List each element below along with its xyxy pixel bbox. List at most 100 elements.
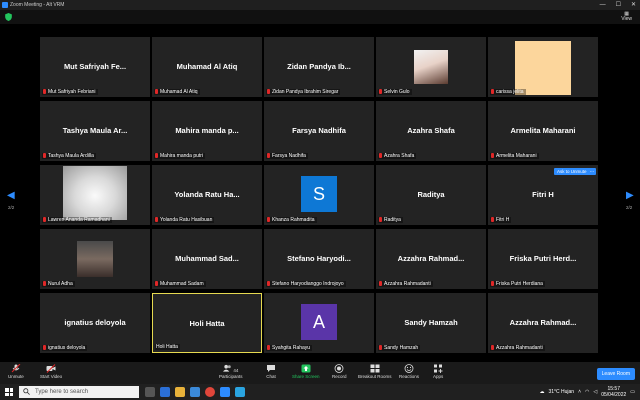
- participant-photo: [515, 41, 571, 95]
- breakout-rooms-label: Breakout Rooms: [358, 374, 392, 379]
- participant-tile[interactable]: Zidan Pandya Ib... Zidan Pandya Ibrahim …: [264, 37, 374, 97]
- participant-tile[interactable]: Friska Putri Herd... Friska Putri Herdia…: [488, 229, 598, 289]
- participant-tile[interactable]: Azzahra Rahmad... Azzahra Rahmadanti: [376, 229, 486, 289]
- participant-label: Sandy Hamzah: [378, 345, 421, 351]
- participant-label-text: Farsya Nadhifa: [272, 153, 306, 159]
- participant-tile[interactable]: Armelita Maharani Armelita Maharani: [488, 101, 598, 161]
- chevron-up-icon[interactable]: ˄: [578, 389, 581, 395]
- participant-label-text: Raditya: [384, 217, 401, 223]
- clock[interactable]: 15:57 05/04/2022: [601, 386, 626, 398]
- participant-label-text: Armelita Maharani: [496, 153, 537, 159]
- participant-label: Muhammad Sadam: [154, 281, 206, 287]
- unmute-button[interactable]: Unmute: [8, 364, 24, 379]
- participant-tile[interactable]: A Syahgita Rahayu: [264, 293, 374, 353]
- store-icon[interactable]: [190, 387, 200, 397]
- taskbar-apps: [145, 387, 245, 397]
- next-page-arrow-icon[interactable]: ▶: [626, 190, 634, 201]
- participant-tile[interactable]: Raditya Raditya: [376, 165, 486, 225]
- participant-tile[interactable]: Sandy Hamzah Sandy Hamzah: [376, 293, 486, 353]
- participant-label-text: Muhammad Sadam: [160, 281, 204, 287]
- participant-label-text: Fitri H: [496, 217, 510, 223]
- prev-page-arrow-icon[interactable]: ◀: [7, 190, 15, 201]
- participants-count: 44: [233, 368, 239, 373]
- participant-tile[interactable]: ignatius deloyola ignatius deloyola: [40, 293, 150, 353]
- participant-tile[interactable]: Lawren Ananda Ramadhani: [40, 165, 150, 225]
- task-view-icon[interactable]: [145, 387, 155, 397]
- participant-tile[interactable]: Stefano Haryodi... Stefano Haryodianggo …: [264, 229, 374, 289]
- windows-start-icon[interactable]: [5, 388, 13, 396]
- participant-name: Mut Safriyah Fe...: [63, 62, 127, 71]
- participant-label: Mut Safriyah Febriani: [42, 89, 98, 95]
- mic-muted-icon: [155, 281, 158, 286]
- edge-icon[interactable]: [160, 387, 170, 397]
- mic-muted-icon: [491, 345, 494, 350]
- apps-icon: [434, 364, 443, 373]
- participant-tile[interactable]: Yolanda Ratu Ha... Yolanda Ratu Hasibuan: [152, 165, 262, 225]
- weather-icon: ☁: [539, 389, 545, 395]
- participant-label: Azzahra Rahmadanti: [378, 281, 433, 287]
- participant-tile[interactable]: S Khanza Rahmadita: [264, 165, 374, 225]
- participant-tile[interactable]: Mahira manda p... Mahira manda putri: [152, 101, 262, 161]
- chat-button[interactable]: Chat: [266, 364, 276, 379]
- chrome-icon[interactable]: [205, 387, 215, 397]
- participant-tile[interactable]: carissa jelita: [488, 37, 598, 97]
- mic-muted-icon: [379, 217, 382, 222]
- apps-button[interactable]: Apps: [433, 364, 443, 379]
- close-button[interactable]: ✕: [631, 0, 636, 10]
- participant-tile[interactable]: Nurul Adha: [40, 229, 150, 289]
- participant-tile[interactable]: Ask to Unmute ... Fitri H Fitri H: [488, 165, 598, 225]
- participant-label: Mahira manda putri: [154, 153, 206, 159]
- ask-to-unmute-button[interactable]: Ask to Unmute: [554, 168, 590, 175]
- windows-taskbar: Type here to search ☁ 31°C Hujan ˄ ◠ ◁ 1…: [0, 384, 640, 400]
- mic-muted-icon: [43, 217, 46, 222]
- participant-label: Nurul Adha: [42, 281, 75, 287]
- participant-tile[interactable]: Azzahra Rahmad... Azzahra Rahmadanti: [488, 293, 598, 353]
- breakout-rooms-icon: [370, 364, 380, 373]
- telegram-icon[interactable]: [235, 387, 245, 397]
- mic-muted-icon: [379, 89, 382, 94]
- start-video-button[interactable]: Start Video: [40, 364, 62, 379]
- participant-label: Lawren Ananda Ramadhani: [42, 217, 112, 223]
- participants-button[interactable]: 44 Participants: [219, 364, 243, 379]
- speaker-icon[interactable]: ◁: [593, 389, 597, 395]
- file-explorer-icon[interactable]: [175, 387, 185, 397]
- record-icon: [334, 364, 344, 373]
- wifi-icon[interactable]: ◠: [585, 389, 589, 395]
- participant-tile[interactable]: Mut Safriyah Fe... Mut Safriyah Febriani: [40, 37, 150, 97]
- mic-muted-icon: [491, 89, 494, 94]
- taskbar-search-input[interactable]: Type here to search: [19, 386, 139, 398]
- participant-label: ignatius deloyola: [42, 345, 88, 351]
- notification-icon[interactable]: ▭: [630, 389, 635, 395]
- participant-name: Friska Putri Herd...: [509, 254, 577, 263]
- record-button[interactable]: Record: [332, 364, 347, 379]
- participant-tile[interactable]: Muhamad Al Atiq Muhamad Al Atiq: [152, 37, 262, 97]
- participant-label: Yolanda Ratu Hasibuan: [154, 217, 215, 223]
- mic-muted-icon: [491, 153, 494, 158]
- participant-label: Zidan Pandya Ibrahim Siregar: [266, 89, 341, 95]
- shield-icon[interactable]: [5, 13, 12, 21]
- participant-name: Raditya: [417, 190, 445, 199]
- participant-tile[interactable]: Azahra Shafa Azahra Shafa: [376, 101, 486, 161]
- participant-label-text: ignatius deloyola: [48, 345, 86, 351]
- more-options-button[interactable]: ...: [588, 168, 596, 175]
- maximize-button[interactable]: ☐: [616, 0, 621, 10]
- mic-muted-icon: [379, 281, 382, 286]
- participant-tile[interactable]: Selvin Gulo: [376, 37, 486, 97]
- breakout-rooms-button[interactable]: Breakout Rooms: [358, 364, 392, 379]
- view-button[interactable]: ▦ View: [621, 12, 632, 22]
- participant-tile[interactable]: Farsya Nadhifa Farsya Nadhifa: [264, 101, 374, 161]
- share-screen-button[interactable]: Share Screen: [292, 364, 320, 379]
- reactions-button[interactable]: Reactions: [399, 364, 419, 379]
- clock-date: 05/04/2022: [601, 392, 627, 398]
- minimize-button[interactable]: —: [600, 0, 606, 10]
- participant-tile[interactable]: Muhammad Sad... Muhammad Sadam: [152, 229, 262, 289]
- zoom-taskbar-icon[interactable]: [220, 387, 230, 397]
- participant-label-text: Holi Hatta: [156, 344, 178, 350]
- meeting-top-bar: ▦ View: [0, 10, 640, 24]
- leave-room-button[interactable]: Leave Room: [596, 368, 635, 380]
- mic-muted-icon: [491, 217, 494, 222]
- participant-label-text: Khanza Rahmadita: [272, 217, 315, 223]
- participant-tile[interactable]: Tashya Maula Ar... Tashya Maula Ardilla: [40, 101, 150, 161]
- unmute-label: Unmute: [8, 374, 24, 379]
- active-speaker-tile[interactable]: Holi Hatta Holi Hatta: [152, 293, 262, 353]
